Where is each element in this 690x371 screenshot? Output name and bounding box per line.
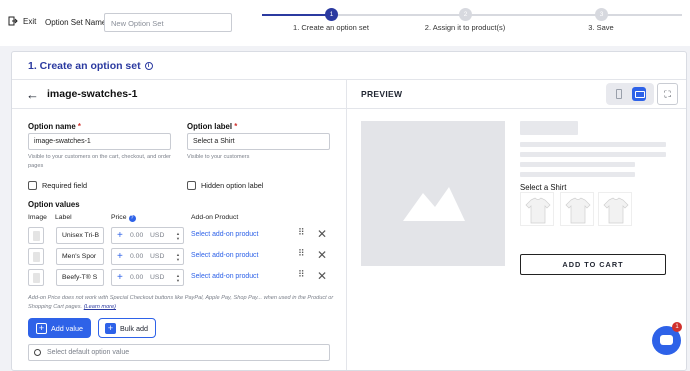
- add-value-button[interactable]: + Add value: [28, 318, 91, 338]
- exit-icon: [8, 16, 18, 26]
- plus-icon[interactable]: +: [117, 272, 123, 283]
- drag-handle-icon[interactable]: ⠿: [298, 270, 306, 279]
- preview-text-placeholder: [520, 172, 635, 177]
- step-3-label: 3. Save: [588, 23, 614, 32]
- stepper: 1 2 3 1. Create an option set 2. Assign …: [262, 8, 682, 38]
- step-track-line: [331, 14, 682, 16]
- option-values-title: Option values: [28, 200, 80, 209]
- shirt-thumbnail[interactable]: [28, 227, 44, 244]
- step-3-dot: 3: [595, 8, 608, 21]
- price-input[interactable]: +0.00 USD ▲ ▼: [111, 269, 184, 286]
- option-title: image-swatches-1: [47, 88, 138, 100]
- price-input[interactable]: +0.00 USD ▲ ▼: [111, 227, 184, 244]
- shirt-swatch[interactable]: [598, 192, 632, 226]
- option-label-input[interactable]: Select a Shirt: [187, 133, 330, 150]
- select-addon-link[interactable]: Select add-on product: [191, 273, 258, 280]
- back-arrow-icon[interactable]: ←: [26, 88, 39, 101]
- value-label-input[interactable]: Beefy-T® S: [56, 269, 104, 286]
- preview-text-placeholder: [520, 162, 635, 167]
- help-icon[interactable]: ?: [128, 214, 136, 222]
- column-addon: Add-on Product: [191, 214, 239, 221]
- shirt-thumbnail[interactable]: [28, 269, 44, 286]
- plus-icon: +: [36, 322, 47, 334]
- default-value-select[interactable]: Select default option value: [28, 344, 330, 361]
- spinner-icon[interactable]: ▲ ▼: [176, 231, 180, 241]
- drag-handle-icon[interactable]: ⠿: [298, 228, 306, 237]
- option-set-name-label: Option Set Name: [45, 18, 107, 27]
- required-field-checkbox[interactable]: Required field: [28, 181, 87, 190]
- section-title: 1. Create an option set i: [28, 60, 153, 72]
- column-price: Price?: [111, 214, 136, 222]
- image-placeholder-icon: [403, 187, 465, 221]
- column-label: Label: [55, 214, 72, 221]
- checkbox-box[interactable]: [187, 181, 196, 190]
- spinner-icon[interactable]: ▲ ▼: [176, 273, 180, 283]
- option-set-card: 1. Create an option set i ← image-swatch…: [11, 51, 687, 371]
- hidden-option-label-checkbox[interactable]: Hidden option label: [187, 181, 263, 190]
- plus-icon[interactable]: +: [117, 251, 123, 262]
- expand-icon[interactable]: ⛶: [657, 83, 678, 105]
- option-value-row: Beefy-T® S +0.00 USD ▲ ▼ Select add-on prod…: [28, 269, 338, 286]
- shirt-swatch[interactable]: [520, 192, 554, 226]
- option-label-help: Visible to your customers: [187, 154, 250, 160]
- option-value-row: Unisex Tri-B +0.00 USD ▲ ▼ Select add-on pr…: [28, 227, 338, 244]
- editor-header: ← image-swatches-1 PREVIEW ⛶: [12, 79, 686, 109]
- preview-text-placeholder: [520, 142, 666, 147]
- bulk-add-button[interactable]: + Bulk add: [98, 318, 156, 338]
- preview-select-label: Select a Shirt: [520, 183, 567, 192]
- step-2-dot: 2: [459, 8, 472, 21]
- remove-icon[interactable]: ✕: [317, 227, 327, 241]
- shirt-swatch[interactable]: [560, 192, 594, 226]
- chat-badge: 1: [672, 322, 682, 332]
- preview-image-placeholder: [361, 121, 505, 266]
- option-set-name-input[interactable]: New Option Set: [104, 13, 232, 32]
- desktop-icon[interactable]: [632, 87, 646, 101]
- preview-title: PREVIEW: [361, 89, 403, 99]
- value-label-input[interactable]: Men's Spor: [56, 248, 104, 265]
- remove-icon[interactable]: ✕: [317, 269, 327, 283]
- select-addon-link[interactable]: Select add-on product: [191, 231, 258, 238]
- remove-icon[interactable]: ✕: [317, 248, 327, 262]
- price-input[interactable]: +0.00 USD ▲ ▼: [111, 248, 184, 265]
- plus-icon: +: [105, 322, 116, 334]
- value-label-input[interactable]: Unisex Tri-B: [56, 227, 104, 244]
- preview-text-placeholder: [520, 152, 666, 157]
- section-title-text: 1. Create an option set: [28, 60, 141, 72]
- step-2-label: 2. Assign it to product(s): [424, 23, 506, 32]
- add-to-cart-button[interactable]: ADD TO CART: [520, 254, 666, 275]
- exit-label: Exit: [23, 16, 37, 26]
- plus-icon[interactable]: +: [117, 230, 123, 241]
- exit-button[interactable]: Exit: [8, 16, 36, 26]
- step-progress-line: [262, 14, 331, 16]
- spinner-icon[interactable]: ▲ ▼: [176, 252, 180, 262]
- option-value-row: Men's Spor +0.00 USD ▲ ▼ Select add-on prod…: [28, 248, 338, 265]
- search-icon: [34, 349, 41, 356]
- top-bar: Exit Option Set Name New Option Set 1 2 …: [0, 0, 690, 46]
- mobile-icon[interactable]: [616, 89, 622, 99]
- shirt-thumbnail[interactable]: [28, 248, 44, 265]
- info-icon[interactable]: i: [144, 62, 153, 70]
- option-label-label: Option label *: [187, 122, 238, 131]
- step-1-label: 1. Create an option set: [293, 23, 369, 32]
- option-name-help: Visible to your customers on the cart, c…: [28, 154, 171, 169]
- panel-divider: [346, 79, 347, 370]
- drag-handle-icon[interactable]: ⠿: [298, 249, 306, 258]
- column-image: Image: [28, 214, 47, 221]
- addon-price-note: Add-on Price does not work with Special …: [28, 295, 334, 310]
- option-name-input[interactable]: image-swatches-1: [28, 133, 171, 150]
- checkbox-box[interactable]: [28, 181, 37, 190]
- step-1-dot: 1: [325, 8, 338, 21]
- select-addon-link[interactable]: Select add-on product: [191, 252, 258, 259]
- option-name-label: Option name *: [28, 122, 81, 131]
- device-toggle: [606, 83, 654, 105]
- preview-title-placeholder: [520, 121, 578, 135]
- learn-more-link[interactable]: (Learn more): [84, 304, 116, 310]
